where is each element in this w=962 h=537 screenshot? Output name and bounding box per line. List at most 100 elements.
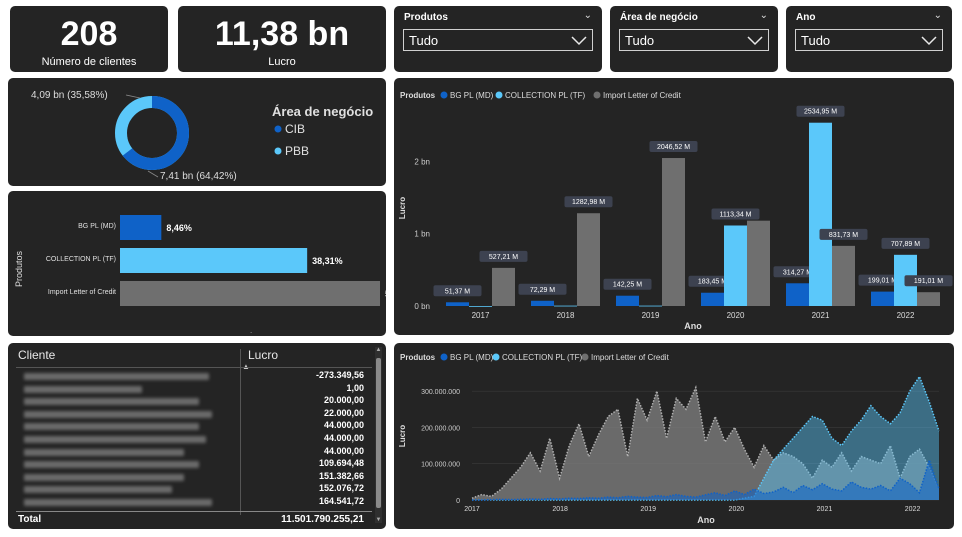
chevron-down-icon[interactable]	[920, 32, 938, 48]
table-row[interactable]: 20.000,00	[16, 395, 372, 407]
col-bar[interactable]	[554, 305, 577, 307]
col-bar[interactable]	[724, 225, 747, 306]
col-bar[interactable]	[531, 300, 554, 306]
bar-h-category-label: Import Letter of Credit	[48, 289, 116, 296]
table-row[interactable]: 151.382,66	[16, 471, 372, 483]
col-bar[interactable]	[469, 306, 492, 307]
col-bar[interactable]	[577, 213, 600, 306]
chevron-down-icon[interactable]	[746, 32, 764, 48]
slicer-area-dropdown[interactable]: Tudo	[619, 29, 769, 51]
scroll-thumb[interactable]	[376, 358, 381, 508]
area-x-tick: 2018	[552, 506, 568, 513]
table-row[interactable]: 109.694,48	[16, 458, 372, 470]
col-data-label: 142,25 M	[613, 282, 642, 289]
col-bar[interactable]	[809, 122, 832, 306]
slicer-produtos-value: Tudo	[409, 33, 439, 48]
scroll-down-icon[interactable]: ▼	[375, 517, 382, 523]
bar-h-bar[interactable]	[120, 215, 162, 240]
area-legend-marker	[492, 353, 500, 361]
col-data-label: 527,21 M	[489, 254, 518, 261]
bar-h-bar[interactable]	[120, 281, 380, 306]
bar-h-category-label: COLLECTION PL (TF)	[46, 256, 116, 263]
area-y-tick: 0	[456, 498, 460, 505]
col-bar[interactable]	[492, 267, 515, 306]
slicer-ano[interactable]: Ano ⌄ Tudo	[786, 6, 952, 72]
col-data-label: 51,37 M	[445, 288, 470, 295]
table-row[interactable]: 164.541,72	[16, 496, 372, 508]
col-legend-marker	[440, 91, 448, 99]
col-y-tick: 0 bn	[414, 302, 430, 311]
bar-h-category-label: BG PL (MD)	[78, 223, 116, 230]
slicer-area[interactable]: Área de negócio ⌄ Tudo	[610, 6, 778, 72]
chevron-down-icon[interactable]: ⌄	[760, 10, 768, 21]
col-legend-label[interactable]: BG PL (MD)	[450, 91, 494, 100]
legend-label-pbb[interactable]: PBB	[285, 144, 309, 158]
chevron-down-icon[interactable]	[570, 32, 588, 48]
table-cell-lucro: 152.076,72	[318, 483, 364, 494]
table-row[interactable]: 152.076,72	[16, 483, 372, 495]
area-y-tick: 100.000.000	[421, 462, 460, 469]
bar-h-value-label: 8,46%	[166, 223, 192, 233]
col-legend-label[interactable]: Import Letter of Credit	[603, 91, 682, 100]
area-legend-label[interactable]: Import Letter of Credit	[591, 353, 670, 362]
table-scrollbar[interactable]: ▲ ▼	[375, 347, 382, 523]
donut-chart: 4,09 bn (35,58%) 7,41 bn (64,42%) Área d…	[31, 90, 373, 182]
redacted-client-name	[24, 373, 209, 380]
chevron-down-icon[interactable]: ⌄	[934, 10, 942, 21]
table-row[interactable]: 44.000,00	[16, 433, 372, 445]
slicer-ano-dropdown[interactable]: Tudo	[795, 29, 943, 51]
table-header-lucro[interactable]: Lucro	[248, 348, 278, 362]
table-row[interactable]: 22.000,00	[16, 408, 372, 420]
col-bar[interactable]	[747, 220, 770, 306]
chevron-down-icon[interactable]: ⌄	[584, 10, 592, 21]
col-legend-marker	[495, 91, 503, 99]
col-legend-label[interactable]: COLLECTION PL (TF)	[505, 91, 585, 100]
donut-card: 4,09 bn (35,58%) 7,41 bn (64,42%) Área d…	[8, 78, 386, 186]
col-bar[interactable]	[832, 245, 855, 306]
table-row[interactable]: 1,00	[16, 383, 372, 395]
col-data-label: 314,27 M	[783, 269, 812, 276]
profit-trend-card: Produtos BG PL (MD) COLLECTION PL (TF) Impo…	[394, 343, 954, 529]
table-row[interactable]: 44.000,00	[16, 420, 372, 432]
redacted-client-name	[24, 499, 212, 506]
table-row[interactable]: 44.000,00	[16, 446, 372, 458]
scroll-up-icon[interactable]: ▲	[375, 347, 382, 353]
table-row[interactable]: -273.349,56	[16, 370, 372, 382]
col-bar[interactable]	[917, 292, 940, 306]
kpi-clients-label: Número de clientes	[41, 56, 137, 68]
col-bar[interactable]	[639, 305, 662, 307]
table-body: -273.349,56 1,00 20.000,00 22.000,00 44.000,…	[16, 370, 376, 510]
redacted-client-name	[24, 461, 199, 469]
area-x-tick: 2022	[905, 506, 921, 513]
legend-label-cib[interactable]: CIB	[285, 122, 305, 136]
col-data-label: 199,01 M	[868, 278, 897, 285]
slicer-produtos-dropdown[interactable]: Tudo	[403, 29, 593, 51]
col-bar[interactable]	[871, 291, 894, 306]
slicer-produtos-title: Produtos	[404, 12, 448, 23]
slicer-area-value: Tudo	[625, 33, 655, 48]
area-legend-title: Produtos	[400, 353, 436, 362]
kpi-profit-label: Lucro	[268, 56, 296, 68]
slicer-produtos[interactable]: Produtos ⌄ Tudo	[394, 6, 602, 72]
table-header-divider	[16, 367, 372, 368]
area-legend-marker	[440, 353, 448, 361]
redacted-client-name	[24, 486, 172, 494]
area-legend-label[interactable]: COLLECTION PL (TF)	[502, 353, 582, 362]
area-y-axis-label: Lucro	[398, 425, 407, 447]
redacted-client-name	[24, 423, 199, 431]
table-cell-lucro: -273.349,56	[315, 370, 364, 380]
col-bar[interactable]	[616, 295, 639, 306]
area-legend-label[interactable]: BG PL (MD)	[450, 353, 494, 362]
table-header-cliente[interactable]: Cliente	[18, 348, 55, 362]
col-data-label: 183,45 M	[698, 279, 727, 286]
col-bar[interactable]	[701, 292, 724, 306]
col-bar[interactable]	[786, 283, 809, 306]
col-x-tick: 2022	[897, 311, 915, 320]
col-bar[interactable]	[446, 302, 469, 306]
slicer-ano-title: Ano	[796, 12, 816, 23]
bar-h-bar[interactable]	[120, 248, 308, 273]
col-legend-title: Produtos	[400, 91, 436, 100]
kpi-clients-card: 208 Número de clientes	[10, 6, 168, 72]
col-x-tick: 2021	[812, 311, 830, 320]
col-bar[interactable]	[662, 158, 685, 306]
